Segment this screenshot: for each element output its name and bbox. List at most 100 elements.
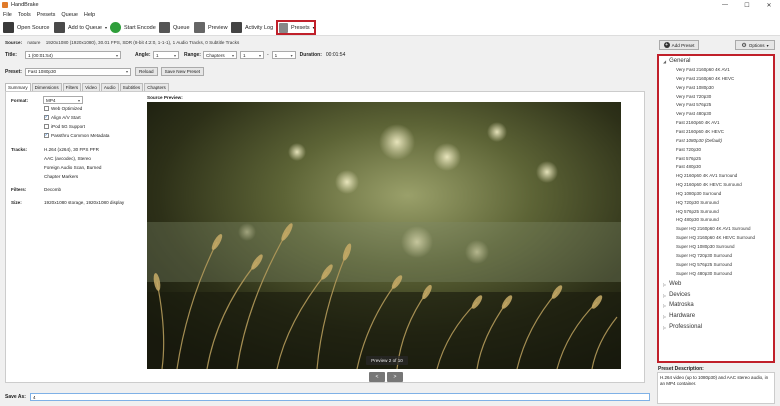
preset-item[interactable]: Super HQ 576p25 Surround — [676, 262, 732, 267]
start-encode-button[interactable]: Start Encode — [110, 21, 156, 34]
checkbox-unchecked-icon — [44, 106, 49, 111]
preset-item[interactable]: Fast 1080p30 (Default) — [676, 138, 722, 143]
tab-video[interactable]: Video — [82, 83, 100, 91]
save-new-preset-button[interactable]: Save New Preset — [160, 67, 205, 76]
ipod-label: iPod 5G Support — [51, 124, 85, 129]
range-separator: - — [267, 52, 269, 58]
play-icon — [110, 22, 121, 33]
preview-label: Preview — [208, 24, 228, 31]
preset-item[interactable]: Fast 720p30 — [676, 147, 701, 152]
tracks-label: Tracks: — [11, 147, 28, 152]
preset-item[interactable]: Super HQ 1080p30 Surround — [676, 244, 735, 249]
range-end-select[interactable]: 1 — [271, 51, 296, 59]
preset-item[interactable]: HQ 2160p60 4K HEVC Surround — [676, 182, 742, 187]
format-value: MP4 — [46, 97, 56, 103]
menu-file[interactable]: File — [3, 12, 12, 18]
range-start-select[interactable]: 1 — [240, 51, 264, 59]
terminal-icon — [231, 22, 242, 33]
preset-item[interactable]: Super HQ 480p30 Surround — [676, 271, 732, 276]
add-preset-button[interactable]: + Add Preset — [659, 40, 699, 50]
open-source-button[interactable]: Open Source — [3, 21, 49, 34]
queue-icon — [159, 22, 170, 33]
align-av-label: Align A/V Start — [51, 115, 81, 120]
checkmark-icon: ✓ — [44, 132, 49, 138]
tab-dimensions[interactable]: Dimensions — [31, 83, 62, 91]
menu-presets[interactable]: Presets — [37, 12, 56, 18]
activity-log-label: Activity Log — [245, 24, 274, 31]
preset-item[interactable]: Fast 576p25 — [676, 156, 701, 161]
source-name: nature — [27, 40, 41, 45]
range-end-value: 1 — [274, 52, 278, 58]
category-professional[interactable]: ▷ Professional — [663, 324, 702, 330]
maximize-button[interactable]: ☐ — [736, 0, 758, 10]
menu-queue[interactable]: Queue — [61, 12, 78, 18]
preset-item[interactable]: Very Fast 480p30 — [676, 111, 711, 116]
menu-help[interactable]: Help — [84, 12, 95, 18]
preset-item[interactable]: Super HQ 2160p60 4K AV1 Surround — [676, 226, 750, 231]
preset-item[interactable]: Very Fast 1080p30 — [676, 85, 714, 90]
preset-item[interactable]: Super HQ 2160p60 4K HEVC Surround — [676, 235, 755, 240]
preset-item[interactable]: HQ 576p25 Surround — [676, 209, 719, 214]
size-label: Size: — [11, 200, 22, 205]
ipod-checkbox[interactable]: iPod 5G Support — [44, 124, 85, 129]
preset-item[interactable]: HQ 1080p30 Surround — [676, 191, 721, 196]
previous-preview-button[interactable]: < — [369, 372, 385, 382]
passthru-checkbox[interactable]: ✓ Passthru Common Metadata — [44, 133, 109, 138]
angle-select[interactable]: 1 — [153, 51, 179, 59]
preset-item[interactable]: Very Fast 576p25 — [676, 102, 711, 107]
category-web[interactable]: ▷ Web — [663, 281, 681, 287]
tab-subtitles[interactable]: Subtitles — [119, 83, 144, 91]
expanded-triangle-icon: ◢ — [663, 58, 667, 64]
next-preview-button[interactable]: > — [387, 372, 403, 382]
preset-item[interactable]: Very Fast 2160p60 4K AV1 — [676, 67, 730, 72]
menu-tools[interactable]: Tools — [18, 12, 31, 18]
format-select[interactable]: MP4 — [43, 96, 83, 104]
collapsed-triangle-icon: ▷ — [663, 324, 667, 330]
web-optimized-checkbox[interactable]: Web Optimized — [44, 106, 82, 111]
range-type-select[interactable]: Chapters — [203, 51, 237, 59]
tab-chapters[interactable]: Chapters — [144, 83, 169, 91]
tab-filters[interactable]: Filters — [62, 83, 82, 91]
preset-select[interactable]: Fast 1080p30 — [25, 67, 131, 76]
category-matroska[interactable]: ▷ Matroska — [663, 302, 694, 308]
queue-button[interactable]: Queue — [159, 21, 190, 34]
preset-item[interactable]: Fast 2160p60 4K AV1 — [676, 120, 719, 125]
activity-log-button[interactable]: Activity Log — [231, 21, 273, 34]
preset-item[interactable]: HQ 2160p60 4K AV1 Surround — [676, 173, 737, 178]
preview-button[interactable]: Preview — [194, 21, 228, 34]
save-as-input[interactable]: 4 — [29, 393, 650, 401]
options-button[interactable]: ⚙ Options ▾ — [735, 40, 775, 50]
range-type-value: Chapters — [206, 52, 225, 58]
track-item: AAC (avcodec), Stereo — [44, 156, 91, 161]
category-professional-label: Professional — [669, 324, 703, 330]
preset-item[interactable]: Very Fast 720p30 — [676, 94, 711, 99]
collapsed-triangle-icon: ▷ — [663, 281, 667, 287]
tab-audio[interactable]: Audio — [100, 83, 119, 91]
preview-image — [147, 102, 621, 369]
preset-item[interactable]: HQ 720p30 Surround — [676, 200, 719, 205]
reload-button[interactable]: Reload — [135, 67, 158, 76]
preset-item[interactable]: Very Fast 2160p60 4K HEVC — [676, 76, 734, 81]
source-preview-label: Source Preview: — [147, 95, 183, 100]
save-as-row: Save As: 4 — [5, 393, 650, 401]
size-value: 1920x1080 storage, 1920x1080 display — [44, 200, 125, 205]
minimize-button[interactable]: — — [714, 0, 736, 10]
preset-item[interactable]: Super HQ 720p30 Surround — [676, 253, 732, 258]
add-preset-label: Add Preset — [671, 42, 695, 48]
title-select[interactable]: 1 (00:01:54) — [25, 51, 121, 59]
category-hardware[interactable]: ▷ Hardware — [663, 313, 695, 319]
preset-item[interactable]: Fast 480p30 — [676, 164, 701, 169]
close-button[interactable]: ✕ — [758, 0, 780, 10]
preset-item[interactable]: Fast 2160p60 4K HEVC — [676, 129, 724, 134]
tab-summary[interactable]: Summary — [5, 83, 31, 91]
chevron-down-icon: ▾ — [104, 25, 107, 30]
preset-item[interactable]: HQ 480p30 Surround — [676, 217, 719, 222]
preset-label: Preset: — [5, 68, 22, 75]
category-devices[interactable]: ▷ Devices — [663, 292, 690, 298]
angle-label: Angle: — [135, 52, 151, 58]
save-as-label: Save As: — [5, 394, 26, 400]
category-general[interactable]: ◢ General — [663, 58, 690, 64]
add-to-queue-button[interactable]: Add to Queue ▾ — [54, 21, 107, 34]
add-to-queue-label: Add to Queue — [68, 24, 102, 31]
align-av-checkbox[interactable]: ✓ Align A/V Start — [44, 115, 81, 120]
